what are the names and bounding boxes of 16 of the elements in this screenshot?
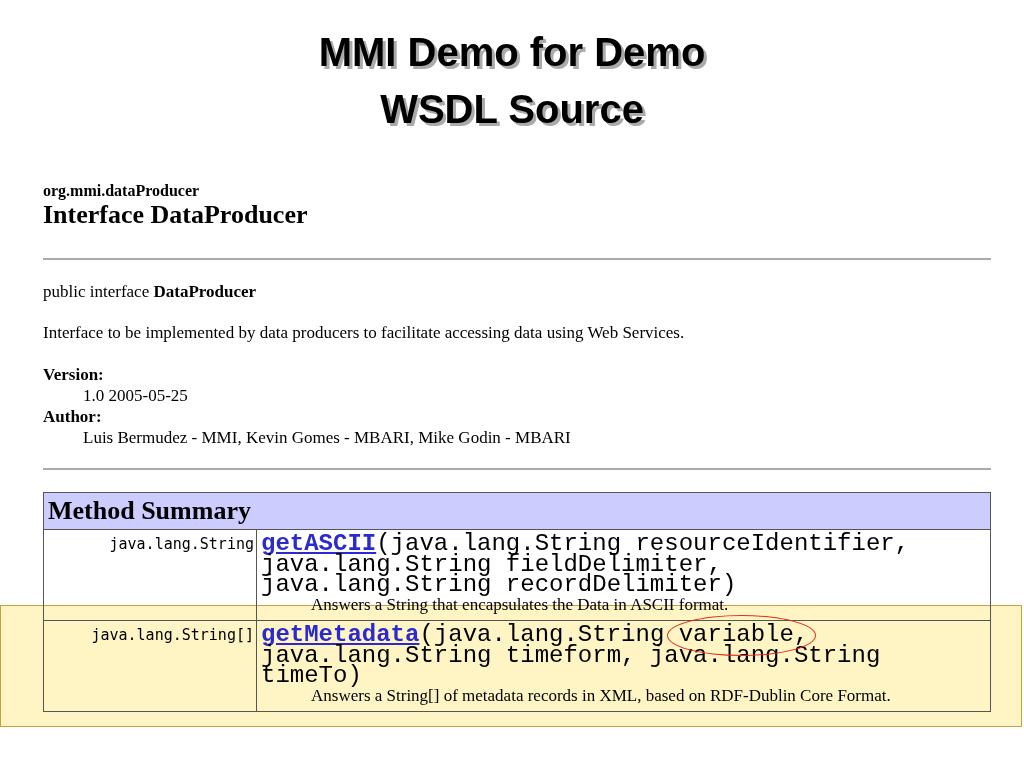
tag-label: Version:: [43, 364, 104, 385]
slide-title: MMI Demo for Demo: [318, 29, 706, 76]
interface-declaration: public interface DataProducer: [43, 281, 258, 303]
method-signature: getASCII(java.lang.String resourceIdentifier, java.lang.String fieldDelimiter, java.lang.String recordDelimiter): [261, 534, 911, 596]
tag-value: Luis Bermudez - MMI, Kevin Gomes - MBARI, Mike Godin - MBARI: [82, 427, 571, 448]
tag-label: Author:: [43, 406, 102, 427]
tag-value: 1.0 2005-05-25: [82, 385, 188, 406]
interface-heading: Interface DataProducer: [43, 200, 309, 230]
package-name: org.mmi.dataProducer: [43, 182, 201, 200]
method-signature: getMetadata(java.lang.String variable, java.lang.String timeform, java.lang.String timeTo): [261, 625, 986, 687]
table-header: Method Summary: [43, 492, 991, 530]
return-type-cell: java.lang.String: [43, 529, 257, 621]
slide-title: WSDL Source: [380, 86, 644, 133]
method-description: Answers a String[] of metadata records in XML, based on RDF-Dublin Core Format.: [311, 686, 892, 704]
interface-description: Interface to be implemented by data producers to facilitate accessing data using Web Services.: [43, 322, 686, 344]
return-type-cell: java.lang.String[]: [43, 620, 257, 712]
